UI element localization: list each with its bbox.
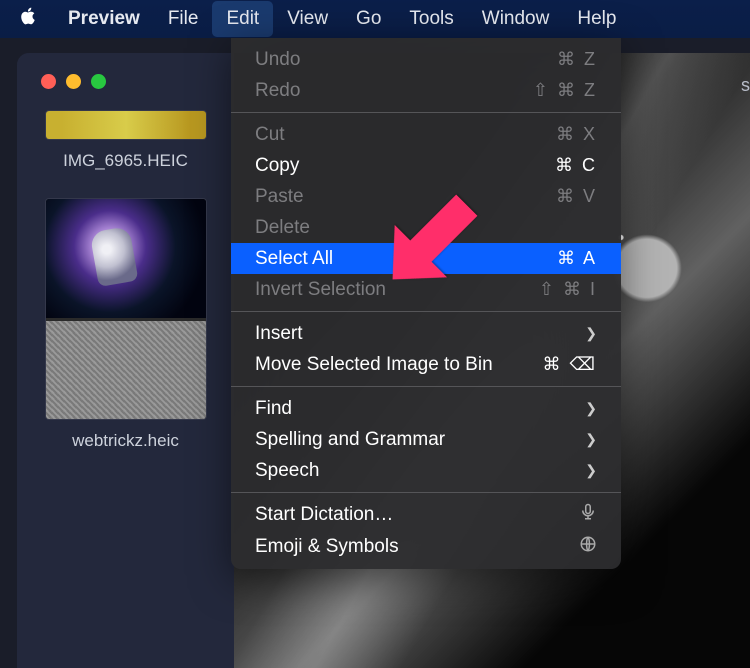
menubar-file[interactable]: File	[154, 1, 213, 37]
thumbnail-image	[46, 111, 206, 139]
thumbnail-caption: IMG_6965.HEIC	[63, 151, 188, 171]
menu-label: Spelling and Grammar	[255, 429, 445, 451]
chevron-right-icon: ❯	[585, 462, 597, 479]
menubar-tools[interactable]: Tools	[395, 1, 467, 37]
apple-logo-icon[interactable]	[18, 6, 38, 32]
menu-label: Select All	[255, 248, 333, 270]
menubar-edit[interactable]: Edit	[212, 1, 273, 37]
window-controls	[41, 74, 106, 89]
menubar-app-name[interactable]: Preview	[54, 1, 154, 37]
chevron-right-icon: ❯	[585, 325, 597, 342]
menu-label: Invert Selection	[255, 279, 386, 301]
menu-find[interactable]: Find ❯	[231, 393, 621, 424]
menu-label: Speech	[255, 460, 319, 482]
chevron-right-icon: ❯	[585, 431, 597, 448]
menu-shortcut: ⌘ ⌫	[543, 354, 597, 375]
menu-undo[interactable]: Undo ⌘ Z	[231, 44, 621, 75]
maximize-button[interactable]	[91, 74, 106, 89]
menu-spelling-grammar[interactable]: Spelling and Grammar ❯	[231, 424, 621, 455]
menu-label: Insert	[255, 323, 303, 345]
menu-shortcut: ⇧ ⌘ Z	[533, 80, 597, 101]
menu-shortcut: ⌘ Z	[557, 49, 597, 70]
menu-separator	[231, 386, 621, 387]
menu-start-dictation[interactable]: Start Dictation…	[231, 499, 621, 531]
menu-shortcut: ⌘ V	[556, 186, 597, 207]
menu-label: Move Selected Image to Bin	[255, 354, 493, 376]
menu-label: Redo	[255, 80, 300, 102]
menu-separator	[231, 112, 621, 113]
menu-label: Start Dictation…	[255, 504, 393, 526]
menu-separator	[231, 311, 621, 312]
chevron-right-icon: ❯	[585, 400, 597, 417]
menu-shortcut: ⌘ X	[556, 124, 597, 145]
annotation-arrow	[370, 172, 500, 307]
tab-title-partial: s	[741, 75, 750, 96]
thumbnail-item[interactable]: IMG_6965.HEIC	[46, 111, 206, 187]
menu-shortcut: ⌘ C	[555, 155, 597, 176]
mic-icon	[579, 503, 597, 527]
menu-label: Emoji & Symbols	[255, 536, 399, 558]
menubar-go[interactable]: Go	[342, 1, 395, 37]
menubar-view[interactable]: View	[273, 1, 342, 37]
menu-redo[interactable]: Redo ⇧ ⌘ Z	[231, 75, 621, 106]
globe-icon	[579, 535, 597, 559]
thumbnails-sidebar: IMG_6965.HEIC webtrickz.heic	[17, 53, 234, 668]
menu-emoji-symbols[interactable]: Emoji & Symbols	[231, 531, 621, 563]
menu-move-to-bin[interactable]: Move Selected Image to Bin ⌘ ⌫	[231, 349, 621, 380]
menu-label: Cut	[255, 124, 285, 146]
menu-cut[interactable]: Cut ⌘ X	[231, 119, 621, 150]
thumbnail-image	[46, 199, 206, 419]
menu-label: Copy	[255, 155, 299, 177]
close-button[interactable]	[41, 74, 56, 89]
menubar-help[interactable]: Help	[563, 1, 630, 37]
menubar-window[interactable]: Window	[468, 1, 564, 37]
menu-label: Undo	[255, 49, 300, 71]
menu-separator	[231, 492, 621, 493]
menu-label: Paste	[255, 186, 304, 208]
menubar: Preview File Edit View Go Tools Window H…	[0, 0, 750, 38]
minimize-button[interactable]	[66, 74, 81, 89]
menu-label: Delete	[255, 217, 310, 239]
menu-shortcut: ⇧ ⌘ I	[539, 279, 597, 300]
thumbnail-caption: webtrickz.heic	[72, 431, 179, 451]
thumbnail-item[interactable]: webtrickz.heic	[46, 199, 206, 467]
menu-label: Find	[255, 398, 292, 420]
menu-shortcut: ⌘ A	[557, 248, 597, 269]
menu-insert[interactable]: Insert ❯	[231, 318, 621, 349]
menu-speech[interactable]: Speech ❯	[231, 455, 621, 486]
